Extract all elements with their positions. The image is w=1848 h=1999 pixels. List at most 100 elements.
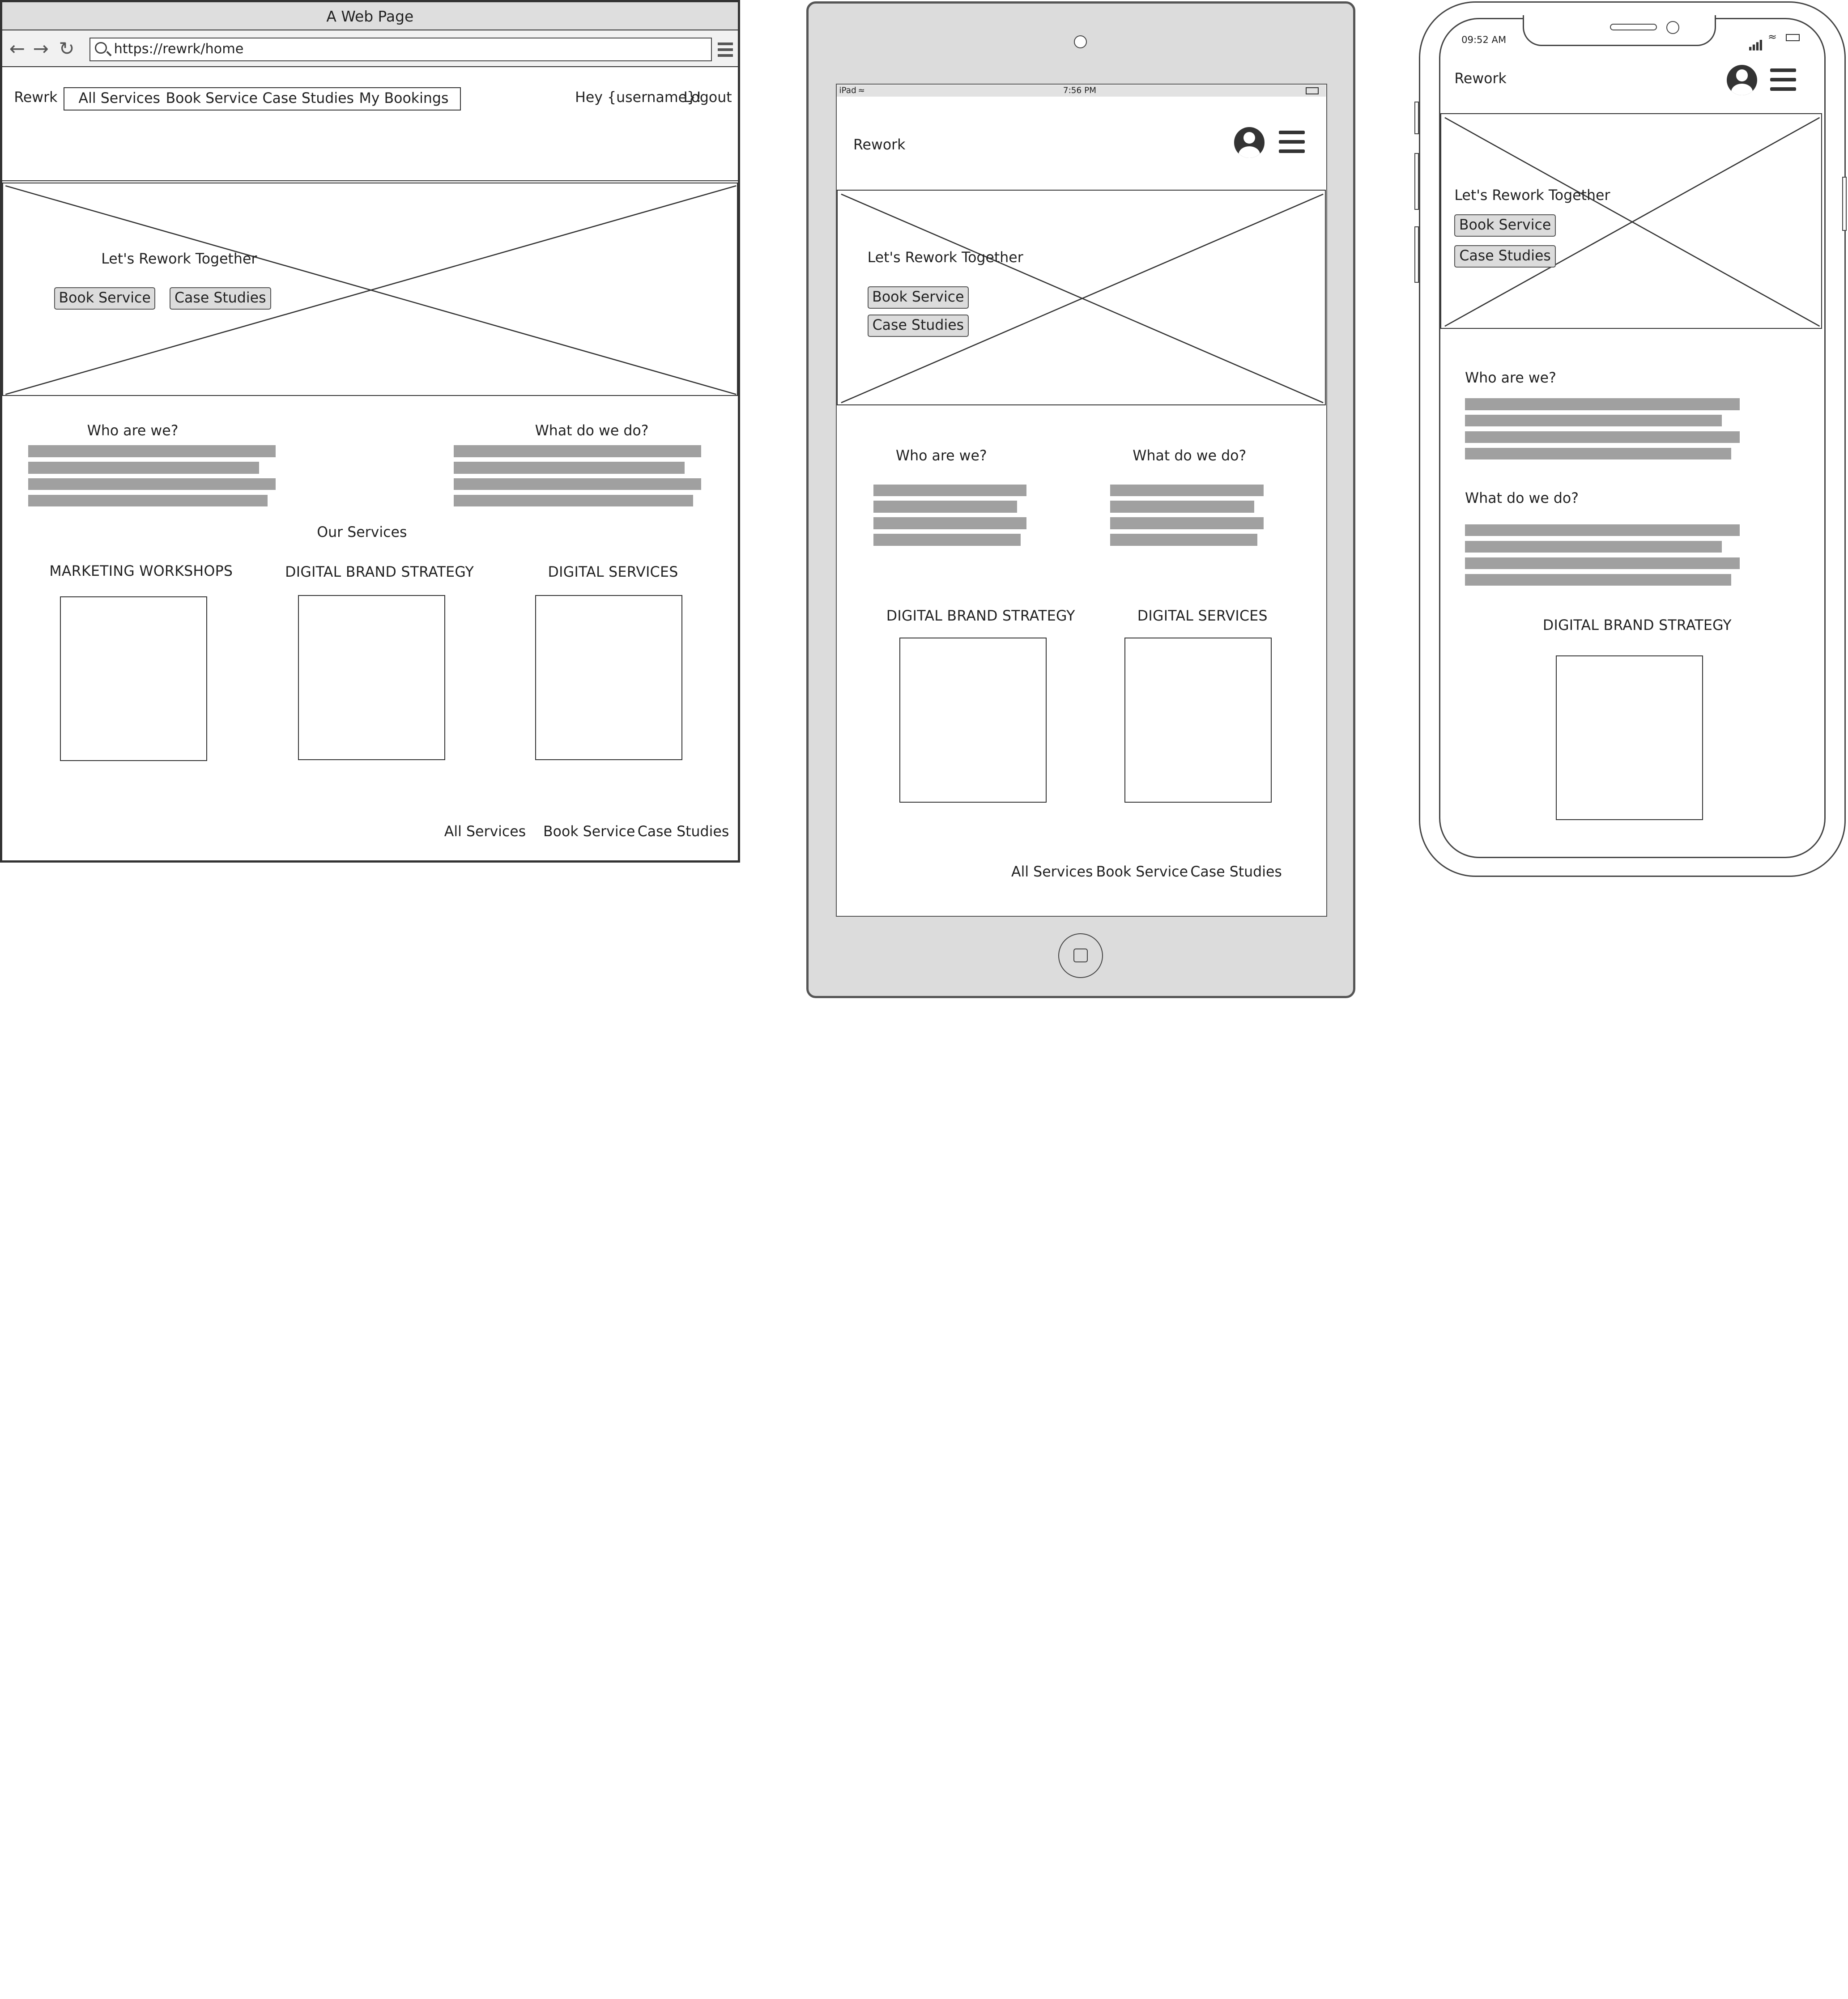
mobile-hero-heading: Let's Rework Together <box>1454 187 1610 204</box>
user-icon[interactable] <box>1726 64 1758 96</box>
tablet-brand[interactable]: Rework <box>853 137 905 153</box>
service-title-digital-brand-strategy: DIGITAL BRAND STRATEGY <box>285 564 474 581</box>
address-bar-row: ← → ↻ https://rewrk/home <box>2 30 738 67</box>
text-placeholder-line <box>873 484 1027 496</box>
our-services-heading: Our Services <box>317 524 407 540</box>
wifi-icon: ≈ <box>858 85 865 95</box>
nav-item-case-studies[interactable]: Case Studies <box>262 90 354 106</box>
tablet-book-service-button[interactable]: Book Service <box>867 286 969 309</box>
browser-menu-icon[interactable] <box>717 42 733 60</box>
mobile-case-studies-button[interactable]: Case Studies <box>1454 245 1556 268</box>
text-placeholder-line <box>28 495 268 507</box>
forward-arrow-icon[interactable]: → <box>33 38 48 60</box>
header-divider <box>2 180 738 182</box>
mobile-book-service-button[interactable]: Book Service <box>1454 214 1556 237</box>
battery-icon <box>1306 87 1319 94</box>
text-placeholder-line <box>453 478 701 490</box>
tablet-case-studies-button[interactable]: Case Studies <box>867 315 969 337</box>
text-placeholder-line <box>1465 557 1740 570</box>
text-placeholder-line <box>1465 431 1740 443</box>
battery-icon <box>1785 34 1800 42</box>
who-are-we-heading: Who are we? <box>87 423 179 439</box>
text-placeholder-line <box>873 501 1018 513</box>
phone-speaker <box>1610 23 1657 31</box>
tablet-who-are-we-heading: Who are we? <box>895 447 987 464</box>
device-label: iPad <box>839 85 856 95</box>
text-placeholder-line <box>1465 415 1722 427</box>
hero-heading: Let's Rework Together <box>101 251 257 267</box>
text-placeholder-line <box>1110 501 1254 513</box>
phone-notch <box>1523 15 1716 46</box>
menu-icon[interactable] <box>1770 68 1797 97</box>
text-placeholder-line <box>1465 398 1740 410</box>
text-placeholder-line <box>28 478 276 490</box>
service-title-digital-services: DIGITAL SERVICES <box>548 564 678 581</box>
signal-icon <box>1749 33 1763 51</box>
tablet-footer-link-all-services[interactable]: All Services <box>1011 864 1093 880</box>
nav-item-all-services[interactable]: All Services <box>79 90 160 106</box>
service-card[interactable] <box>899 637 1047 803</box>
desktop-browser-window: A Web Page ← → ↻ https://rewrk/home Rewr… <box>0 0 741 863</box>
text-placeholder-line <box>1110 534 1258 546</box>
mobile-status-time: 09:52 AM <box>1461 34 1507 46</box>
search-icon <box>95 42 107 54</box>
tablet-camera <box>1073 35 1087 48</box>
tablet-status-bar: iPad ≈ 7:56 PM <box>837 85 1326 97</box>
service-card[interactable] <box>1124 637 1272 803</box>
phone-side-button <box>1414 153 1419 210</box>
text-placeholder-line <box>1465 524 1740 536</box>
tablet-footer-link-book-service[interactable]: Book Service <box>1096 864 1188 880</box>
tablet-home-button[interactable] <box>1058 933 1103 978</box>
window-title: A Web Page <box>2 2 738 31</box>
user-icon[interactable] <box>1234 127 1265 158</box>
what-do-we-do-heading: What do we do? <box>535 423 649 439</box>
mobile-service-title-digital-brand-strategy: DIGITAL BRAND STRATEGY <box>1542 617 1732 634</box>
text-placeholder-line <box>873 517 1027 529</box>
back-arrow-icon[interactable]: ← <box>9 38 25 60</box>
nav-item-my-bookings[interactable]: My Bookings <box>359 90 448 106</box>
tablet-service-title-digital-services: DIGITAL SERVICES <box>1137 608 1268 625</box>
main-nav: All Services Book Service Case Studies M… <box>63 87 461 111</box>
footer-link-book-service[interactable]: Book Service <box>543 824 635 840</box>
phone-side-button <box>1414 101 1419 135</box>
text-placeholder-line <box>1110 517 1264 529</box>
hero-book-service-button[interactable]: Book Service <box>54 287 156 310</box>
phone-side-button <box>1414 226 1419 283</box>
mobile-who-are-we-heading: Who are we? <box>1465 370 1556 387</box>
wireframe-canvas: A Web Page ← → ↻ https://rewrk/home Rewr… <box>0 0 1848 1000</box>
service-title-marketing-workshops: MARKETING WORKSHOPS <box>49 563 233 579</box>
footer-link-case-studies[interactable]: Case Studies <box>638 824 729 840</box>
text-placeholder-line <box>1110 484 1264 496</box>
text-placeholder-line <box>873 534 1021 546</box>
tablet-footer-link-case-studies[interactable]: Case Studies <box>1190 864 1282 880</box>
url-input[interactable]: https://rewrk/home <box>89 38 712 61</box>
text-placeholder-line <box>1465 541 1722 553</box>
url-text: https://rewrk/home <box>114 41 244 57</box>
text-placeholder-line <box>453 445 701 457</box>
tablet-service-title-digital-brand-strategy: DIGITAL BRAND STRATEGY <box>886 608 1075 625</box>
footer-link-all-services[interactable]: All Services <box>444 824 526 840</box>
logout-link[interactable]: Logout <box>683 89 732 106</box>
phone-side-button <box>1842 177 1847 231</box>
service-card[interactable] <box>60 596 208 761</box>
user-greeting: Hey {username}! <box>575 89 702 106</box>
hero-case-studies-button[interactable]: Case Studies <box>170 287 271 310</box>
service-card[interactable] <box>298 595 446 760</box>
reload-icon[interactable]: ↻ <box>59 38 74 60</box>
mobile-brand[interactable]: Rework <box>1454 71 1506 87</box>
tablet-hero-heading: Let's Rework Together <box>867 250 1023 266</box>
text-placeholder-line <box>453 495 693 507</box>
site-brand[interactable]: Rewrk <box>14 89 57 106</box>
menu-icon[interactable] <box>1278 131 1305 159</box>
nav-item-book-service[interactable]: Book Service <box>166 90 257 106</box>
text-placeholder-line <box>28 445 276 457</box>
text-placeholder-line <box>453 462 685 474</box>
mobile-what-do-we-do-heading: What do we do? <box>1465 490 1579 506</box>
status-time: 7:56 PM <box>1063 85 1097 95</box>
service-card[interactable] <box>1555 655 1703 821</box>
tablet-what-do-we-do-heading: What do we do? <box>1133 447 1247 464</box>
wifi-icon: ≈ <box>1768 30 1777 43</box>
text-placeholder-line <box>1465 447 1732 460</box>
service-card[interactable] <box>535 595 682 760</box>
text-placeholder-line <box>28 462 260 474</box>
